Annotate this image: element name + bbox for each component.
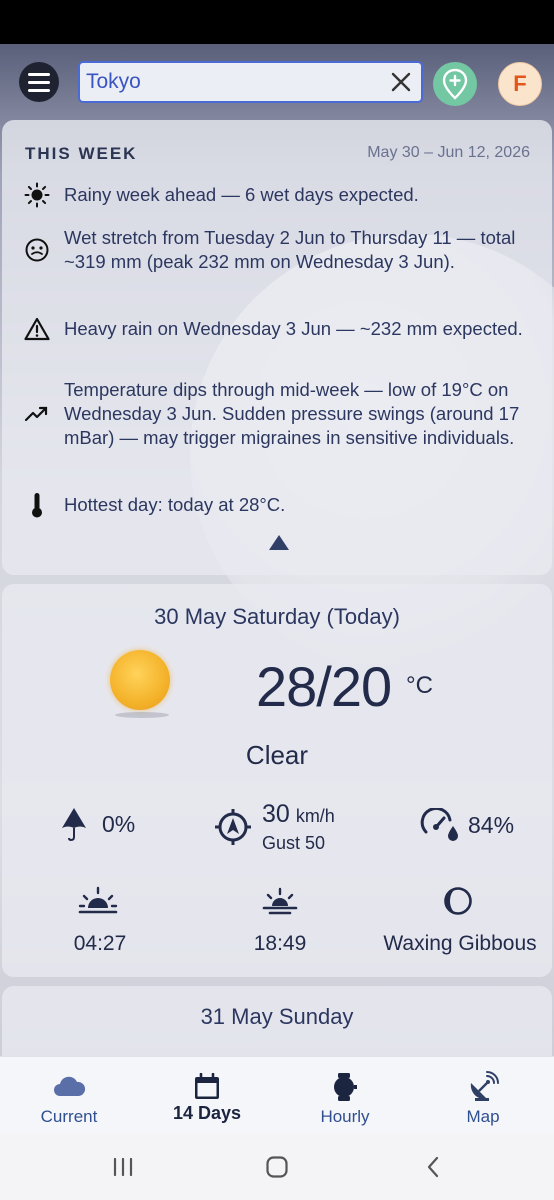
- add-location-button[interactable]: [433, 62, 477, 106]
- wind-stat: 30 km/h Gust 50: [214, 800, 335, 854]
- sunset-icon: [260, 886, 300, 916]
- search-box: [78, 61, 423, 103]
- weather-condition: Clear: [245, 740, 309, 770]
- insight-text: Heavy rain on Wednesday 3 Jun — ~232 mm …: [64, 318, 523, 339]
- insight-text: Temperature dips through mid-week — low …: [64, 379, 520, 448]
- radar-dish-icon: [467, 1071, 499, 1103]
- menu-icon-line: [28, 80, 50, 84]
- week-date-range: May 30 – Jun 12, 2026: [367, 144, 530, 161]
- humidity-stat: 84%: [420, 808, 514, 842]
- nav-label: 14 Days: [172, 1103, 242, 1123]
- precipitation-stat: 0%: [60, 806, 135, 842]
- nav-current[interactable]: Current: [0, 1057, 138, 1135]
- profile-avatar[interactable]: F: [498, 62, 542, 106]
- thermometer-icon: [22, 490, 52, 520]
- wind-values: 30 km/h Gust 50: [262, 800, 335, 854]
- week-heading: THIS WEEK: [25, 144, 138, 163]
- sunset-time: 18:49: [253, 932, 307, 955]
- sunrise-icon: [78, 886, 118, 916]
- calendar-icon: [193, 1071, 221, 1103]
- warning-icon: [22, 314, 52, 344]
- cloud-icon: [52, 1071, 86, 1103]
- status-bar: [0, 0, 554, 44]
- week-summary-card: THIS WEEK May 30 – Jun 12, 2026 Rainy we…: [2, 120, 552, 575]
- nav-label: Map: [466, 1107, 500, 1126]
- wind-speed: 30: [262, 800, 290, 828]
- insight-item: Heavy rain on Wednesday 3 Jun — ~232 mm …: [22, 314, 532, 344]
- temperature-range: 28/20: [256, 655, 392, 718]
- close-icon: [391, 72, 411, 92]
- menu-icon-line: [28, 72, 50, 76]
- clear-search-button[interactable]: [381, 63, 421, 101]
- umbrella-icon: [62, 808, 86, 842]
- sun-shadow: [115, 712, 169, 718]
- insight-item: Wet stretch from Tuesday 2 Jun to Thursd…: [22, 226, 532, 274]
- nav-label: Hourly: [320, 1107, 370, 1126]
- collapse-arrow-icon[interactable]: [267, 532, 291, 552]
- back-chevron-icon: [427, 1156, 439, 1178]
- moon-phase-icon: [438, 886, 478, 916]
- humidity-value: 84%: [468, 811, 515, 838]
- nav-hourly[interactable]: Hourly: [276, 1057, 414, 1135]
- back-button[interactable]: [418, 1152, 448, 1182]
- day-title: 30 May Saturday (Today): [154, 604, 400, 629]
- humidity-gauge-icon: [420, 808, 458, 841]
- day-title: 31 May Sunday: [200, 1004, 354, 1029]
- insight-item: Rainy week ahead — 6 wet days expected.: [22, 180, 532, 210]
- home-icon: [266, 1156, 288, 1178]
- recent-apps-button[interactable]: [108, 1152, 138, 1182]
- recent-apps-icon: [113, 1157, 133, 1177]
- nav-label: Current: [40, 1107, 98, 1126]
- wind-gust: Gust 50: [262, 833, 326, 853]
- nav-map[interactable]: Map: [414, 1057, 552, 1135]
- wind-compass-icon: [215, 809, 251, 845]
- system-navigation-bar: [0, 1134, 554, 1200]
- insight-item: Hottest day: today at 28°C.: [22, 490, 532, 520]
- sun-icon: [22, 180, 52, 210]
- clear-sun-icon: [110, 650, 170, 710]
- wind-unit: km/h: [295, 806, 335, 826]
- insight-text: Rainy week ahead — 6 wet days expected.: [64, 184, 419, 205]
- location-pin-icon: [442, 68, 468, 100]
- nav-14-days[interactable]: 14 Days: [138, 1057, 276, 1135]
- insight-item: Temperature dips through mid-week — low …: [22, 378, 532, 450]
- watch-icon: [330, 1071, 360, 1103]
- trend-icon: [22, 399, 52, 429]
- precipitation-value: 0%: [102, 810, 136, 837]
- moon-phase: Waxing Gibbous: [383, 932, 537, 955]
- insight-text: Wet stretch from Tuesday 2 Jun to Thursd…: [64, 227, 516, 272]
- menu-icon-line: [28, 88, 50, 92]
- menu-button[interactable]: [19, 62, 59, 102]
- top-bar: F: [0, 44, 554, 120]
- temperature-unit: °C: [406, 672, 433, 699]
- umbrella-face-icon: [22, 235, 52, 265]
- today-forecast-card[interactable]: 30 May Saturday (Today) 28/20 °C Clear 0…: [2, 584, 552, 977]
- bottom-navigation: Current 14 Days Hourly Map: [0, 1056, 554, 1134]
- search-input[interactable]: [80, 63, 381, 101]
- insight-text: Hottest day: today at 28°C.: [64, 494, 286, 515]
- home-button[interactable]: [262, 1152, 292, 1182]
- sunrise-time: 04:27: [73, 932, 127, 955]
